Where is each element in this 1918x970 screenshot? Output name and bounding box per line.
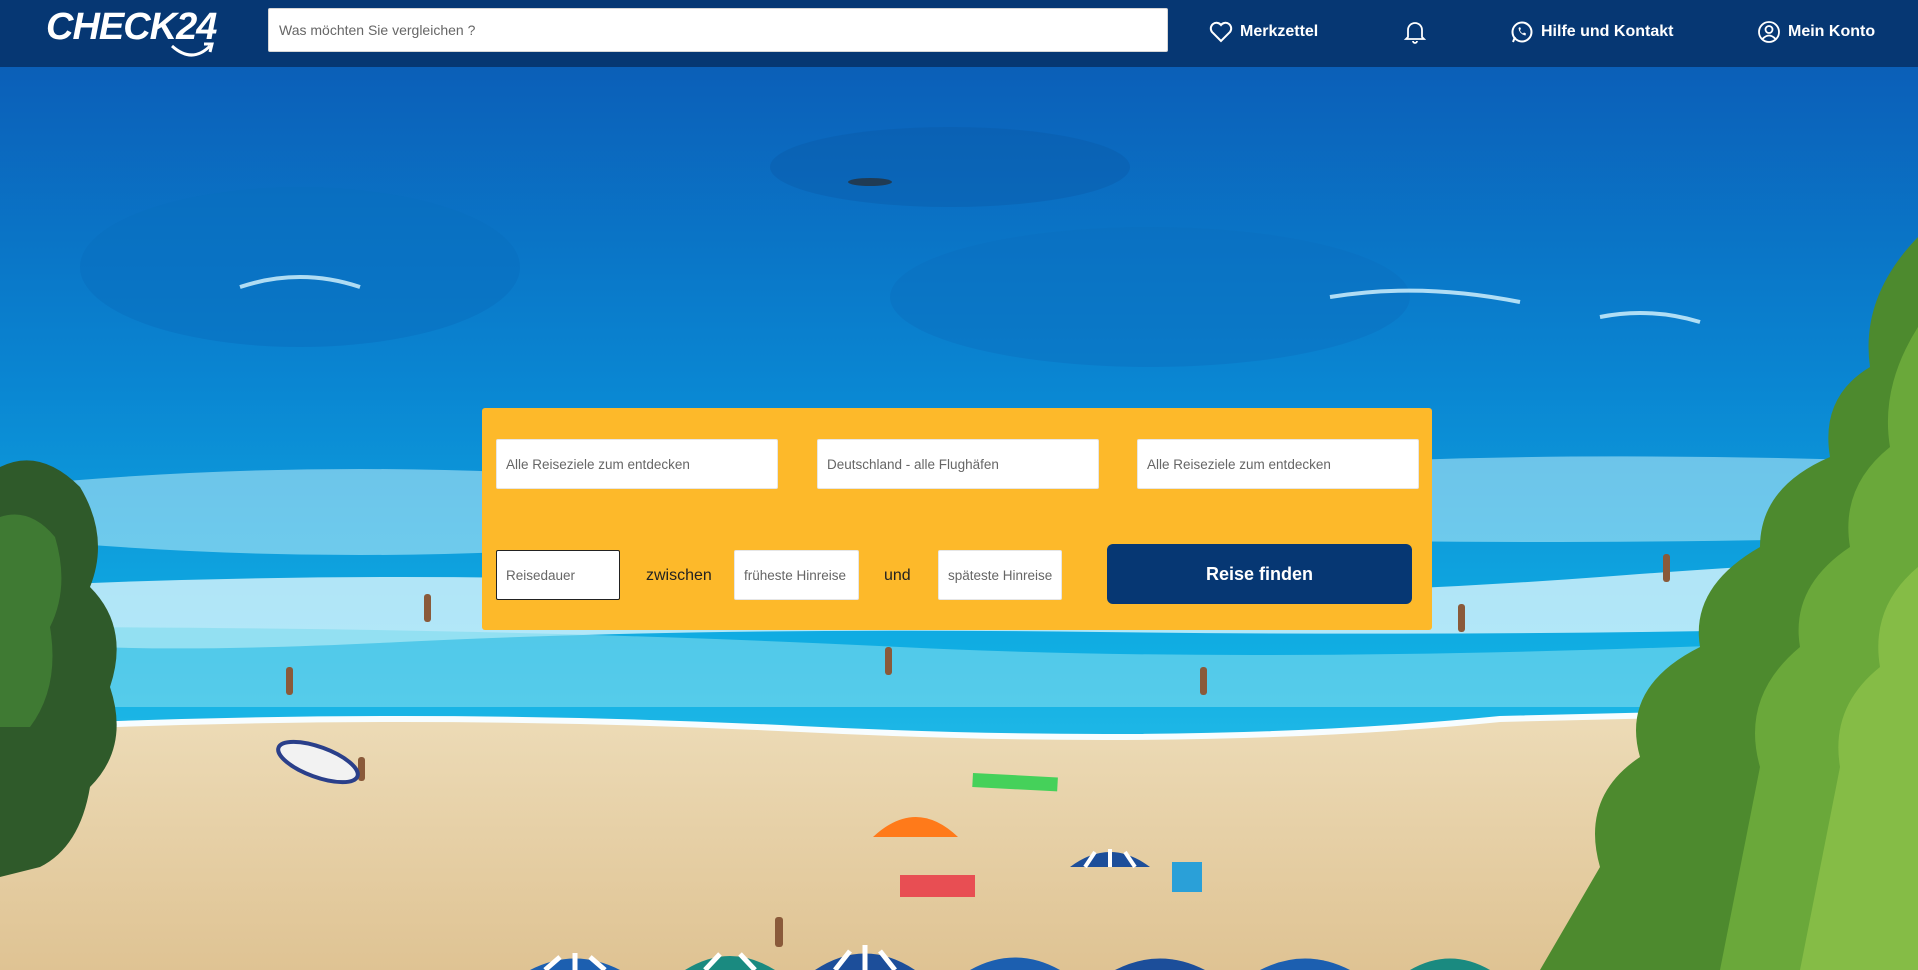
- destination-field: [496, 439, 778, 489]
- travel-duration-input[interactable]: [497, 551, 619, 599]
- airport-field: [817, 439, 1099, 489]
- logo-swoosh-icon: [170, 42, 214, 57]
- duration-field: [496, 550, 620, 600]
- heart-icon: [1209, 21, 1233, 43]
- check24-logo[interactable]: CHECK24: [46, 6, 221, 57]
- travel-search-panel: zwischen und Reise finden: [482, 408, 1432, 630]
- account-link[interactable]: Mein Konto: [1757, 16, 1875, 48]
- whatsapp-icon: [1511, 21, 1533, 43]
- search-input[interactable]: [269, 9, 1167, 51]
- destination-secondary-input[interactable]: [1138, 440, 1418, 488]
- earliest-departure-input[interactable]: [735, 551, 858, 599]
- account-label: Mein Konto: [1788, 23, 1876, 40]
- header-bar: CHECK24 Merkzettel Hilfe und Kontakt: [0, 0, 1918, 67]
- latest-departure-input[interactable]: [939, 551, 1061, 599]
- wishlist-label: Merkzettel: [1240, 23, 1319, 40]
- destination2-field: [1137, 439, 1419, 489]
- find-trip-button[interactable]: Reise finden: [1107, 544, 1412, 604]
- and-label: und: [884, 567, 911, 584]
- between-label: zwischen: [646, 567, 712, 584]
- notifications-button[interactable]: [1403, 16, 1427, 48]
- wishlist-link[interactable]: Merkzettel: [1209, 16, 1318, 48]
- destination-input[interactable]: [497, 440, 777, 488]
- search-box: [268, 8, 1168, 52]
- help-contact-label: Hilfe und Kontakt: [1541, 23, 1674, 40]
- help-contact-link[interactable]: Hilfe und Kontakt: [1510, 16, 1673, 48]
- departure-airport-input[interactable]: [818, 440, 1098, 488]
- earliest-date-field: [734, 550, 859, 600]
- bell-icon: [1403, 22, 1427, 44]
- user-icon: [1758, 21, 1780, 43]
- latest-date-field: [938, 550, 1062, 600]
